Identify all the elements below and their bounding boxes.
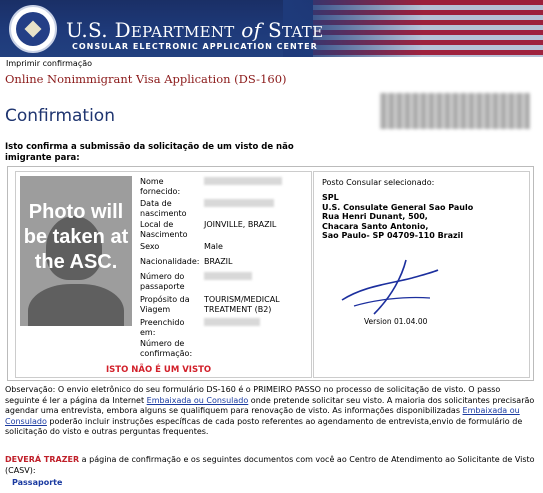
- consulate-address: SPL U.S. Consulate General Sao Paulo Rua…: [322, 193, 474, 241]
- redacted-passport: [204, 272, 252, 280]
- version-label: Version 01.04.00: [364, 317, 428, 326]
- must-bring-text: DEVERÁ TRAZER a página de confirmação e …: [5, 455, 535, 475]
- application-title: Online Nonimmigrant Visa Application (DS…: [5, 72, 287, 86]
- document-item-passport: Passaporte: [12, 478, 63, 487]
- observation-text: Observação: O envio eletrônico do seu fo…: [5, 385, 535, 436]
- redacted-name: [204, 177, 282, 185]
- header-banner: U.S. DEPARTMENT of STATE CONSULAR ELECTR…: [0, 0, 543, 57]
- barcode: [380, 93, 530, 129]
- page-title: Confirmation: [5, 106, 115, 126]
- consulate-title: Posto Consular selecionado:: [322, 178, 435, 187]
- intro-text: Isto confirma a submissão da solicitação…: [5, 142, 294, 163]
- print-confirmation-link[interactable]: Imprimir confirmação: [6, 59, 92, 68]
- redacted-birthdate: [204, 199, 274, 207]
- confirmation-box: Photo will be taken at the ASC. Nome for…: [7, 166, 534, 381]
- department-subtitle: CONSULAR ELECTRONIC APPLICATION CENTER: [72, 42, 318, 51]
- not-a-visa-warning: ISTO NÃO É UM VISTO: [106, 365, 212, 375]
- embassy-link[interactable]: Embaixada ou Consulado: [147, 396, 249, 405]
- photo-placeholder-text: Photo will be taken at the ASC.: [23, 201, 129, 273]
- department-seal-icon: [9, 5, 57, 53]
- redacted-date: [204, 318, 260, 326]
- department-name: U.S. DEPARTMENT of STATE: [66, 18, 324, 42]
- applicant-panel: Photo will be taken at the ASC. Nome for…: [15, 171, 312, 378]
- signature-icon: [341, 259, 439, 315]
- consulate-panel: Posto Consular selecionado: SPL U.S. Con…: [313, 171, 530, 378]
- photo-placeholder: Photo will be taken at the ASC.: [20, 176, 132, 326]
